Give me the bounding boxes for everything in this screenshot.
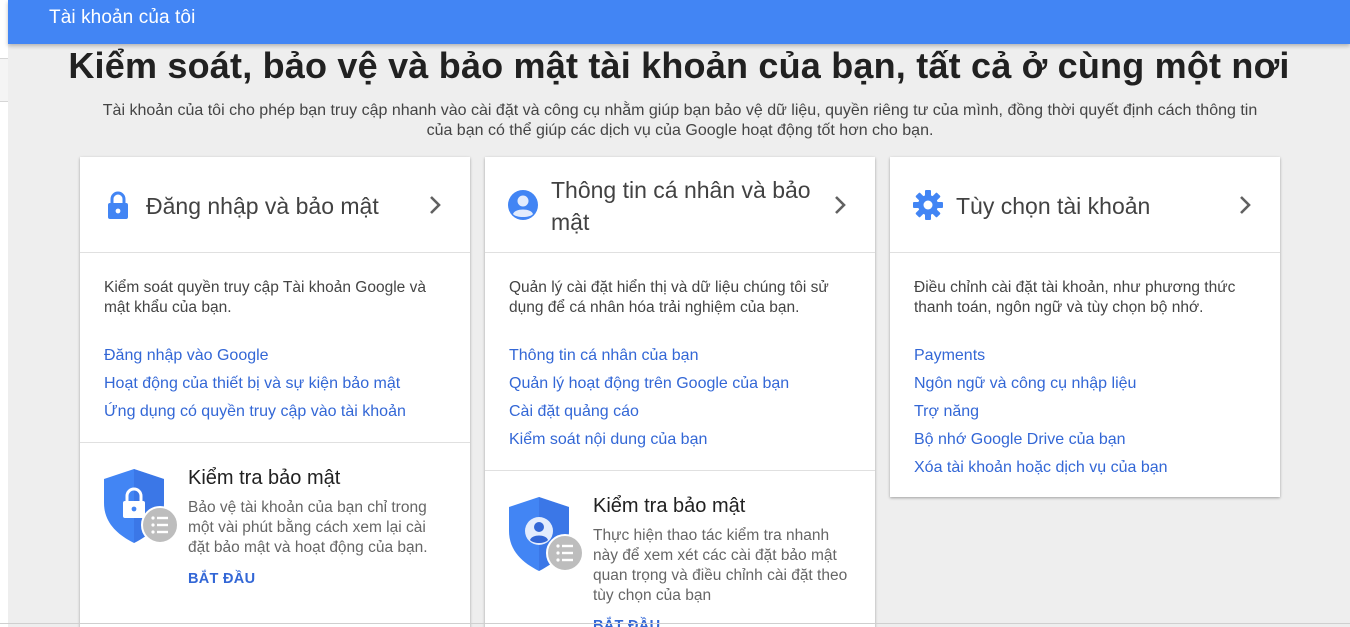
viewport-bottom-edge — [0, 623, 1350, 624]
link-control-content[interactable]: Kiểm soát nội dung của bạn — [509, 426, 851, 454]
chevron-right-icon[interactable] — [833, 194, 847, 216]
lock-icon — [108, 191, 128, 219]
chevron-right-icon[interactable] — [428, 194, 442, 216]
card-body: Quản lý cài đặt hiển thị và dữ liệu chún… — [509, 278, 851, 454]
card-header-sign-in-security[interactable]: Đăng nhập và bảo mật — [80, 157, 470, 253]
link-connected-apps[interactable]: Ứng dụng có quyền truy cập vào tài khoản — [104, 398, 446, 426]
checkup-text: Bảo vệ tài khoản của bạn chỉ trong một v… — [188, 499, 428, 556]
card-description: Kiểm soát quyền truy cập Tài khoản Googl… — [104, 279, 426, 316]
link-google-activity[interactable]: Quản lý hoạt động trên Google của bạn — [509, 370, 851, 398]
link-list: Đăng nhập vào Google Hoạt động của thiết… — [104, 342, 446, 426]
link-list: Payments Ngôn ngữ và công cụ nhập liệu T… — [914, 342, 1256, 482]
gear-icon — [913, 190, 943, 220]
card-description: Quản lý cài đặt hiển thị và dữ liệu chún… — [509, 279, 829, 316]
shield-person-icon — [509, 497, 584, 572]
link-drive-storage[interactable]: Bộ nhớ Google Drive của bạn — [914, 426, 1256, 454]
app-title[interactable]: Tài khoản của tôi — [49, 7, 195, 29]
card-account-preferences: Tùy chọn tài khoản Điều chỉnh cài đặt tà… — [890, 157, 1280, 497]
card-sign-in-security: Đăng nhập và bảo mật Kiểm soát quyền tru… — [80, 157, 470, 627]
link-personal-info[interactable]: Thông tin cá nhân của bạn — [509, 342, 851, 370]
divider — [80, 442, 470, 443]
link-ad-settings[interactable]: Cài đặt quảng cáo — [509, 398, 851, 426]
page-title: Kiểm soát, bảo vệ và bảo mật tài khoản c… — [68, 45, 1290, 86]
link-device-activity[interactable]: Hoạt động của thiết bị và sự kiện bảo mậ… — [104, 370, 446, 398]
card-title: Tùy chọn tài khoản — [956, 193, 1151, 219]
link-payments[interactable]: Payments — [914, 342, 1256, 370]
card-title: Đăng nhập và bảo mật — [146, 193, 379, 219]
checkup-title: Kiểm tra bảo mật — [188, 467, 341, 489]
link-delete-account[interactable]: Xóa tài khoản hoặc dịch vụ của bạn — [914, 454, 1256, 482]
card-description: Điều chỉnh cài đặt tài khoản, như phương… — [914, 279, 1236, 316]
card-body: Điều chỉnh cài đặt tài khoản, như phương… — [914, 278, 1256, 482]
divider — [485, 470, 875, 471]
checkup-title: Kiểm tra bảo mật — [593, 495, 746, 517]
card-header-account-preferences[interactable]: Tùy chọn tài khoản — [890, 157, 1280, 253]
person-icon — [508, 190, 538, 220]
card-personal-info-privacy: Thông tin cá nhân và bảo mật Quản lý cài… — [485, 157, 875, 627]
checkup-text: Thực hiện thao tác kiểm tra nhanh này để… — [593, 527, 848, 604]
card-title: Thông tin cá nhân và bảo mật — [551, 177, 811, 235]
card-body: Kiểm soát quyền truy cập Tài khoản Googl… — [104, 278, 446, 426]
link-list: Thông tin cá nhân của bạn Quản lý hoạt đ… — [509, 342, 851, 454]
chevron-right-icon[interactable] — [1238, 194, 1252, 216]
link-accessibility[interactable]: Trợ năng — [914, 398, 1256, 426]
shield-lock-icon — [104, 469, 179, 544]
top-app-bar: Tài khoản của tôi — [8, 0, 1350, 44]
link-sign-in-google[interactable]: Đăng nhập vào Google — [104, 342, 446, 370]
page-description: Tài khoản của tôi cho phép bạn truy cập … — [102, 102, 1258, 139]
start-button[interactable]: BẮT ĐẦU — [188, 571, 255, 587]
window-edge — [0, 0, 8, 627]
card-header-personal-info[interactable]: Thông tin cá nhân và bảo mật — [485, 157, 875, 253]
link-language-input[interactable]: Ngôn ngữ và công cụ nhập liệu — [914, 370, 1256, 398]
